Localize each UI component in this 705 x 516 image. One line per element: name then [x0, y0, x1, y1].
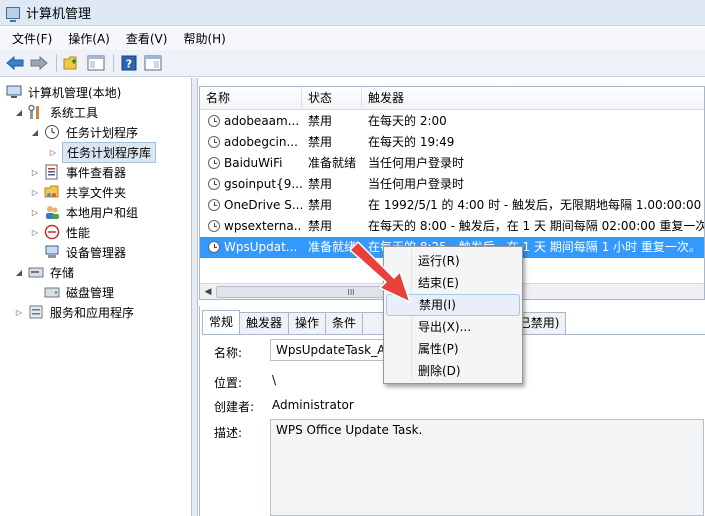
console-tree-icon	[87, 55, 105, 71]
menu-item-export[interactable]: 导出(X)...	[386, 316, 520, 338]
table-row[interactable]: OneDrive S... 禁用 在 1992/5/1 的 4:00 时 - 触…	[200, 195, 704, 216]
storage-icon	[28, 264, 44, 280]
menu-file[interactable]: 文件(F)	[6, 30, 58, 47]
tools-icon	[28, 104, 44, 120]
tree-item-local-users-groups[interactable]: ▷ 本地用户和组	[30, 202, 140, 222]
author-value: Administrator	[272, 398, 354, 412]
help-icon: ?	[121, 55, 137, 71]
menu-item-disable[interactable]: 禁用(I)	[386, 294, 520, 316]
column-header-status[interactable]: 状态	[302, 87, 362, 110]
tab-actions[interactable]: 操作	[288, 312, 327, 334]
show-hide-action-pane-button[interactable]	[142, 52, 164, 74]
menu-help[interactable]: 帮助(H)	[177, 30, 231, 47]
name-label: 名称:	[214, 346, 243, 360]
performance-icon	[44, 224, 60, 240]
expand-icon[interactable]: ▷	[30, 187, 40, 197]
up-folder-icon	[63, 56, 77, 70]
tree-item-services-applications[interactable]: ▷ 服务和应用程序	[14, 302, 136, 322]
menu-item-run[interactable]: 运行(R)	[386, 250, 520, 272]
svg-text:?: ?	[126, 58, 132, 71]
window-title: 计算机管理	[26, 7, 92, 22]
disk-icon	[44, 284, 60, 300]
author-label: 创建者:	[214, 400, 255, 414]
forward-button[interactable]	[28, 52, 50, 74]
clock-icon	[44, 124, 60, 140]
menu-item-properties[interactable]: 属性(P)	[386, 338, 520, 360]
toolbar: ?	[0, 50, 705, 77]
task-clock-icon	[208, 136, 220, 148]
table-row[interactable]: adobeaam... 禁用 在每天的 2:00	[200, 111, 704, 132]
action-pane-icon	[144, 55, 162, 71]
toolbar-separator	[113, 54, 114, 72]
menu-item-delete[interactable]: 删除(D)	[386, 360, 520, 382]
users-icon	[44, 204, 60, 220]
task-clock-icon	[208, 241, 220, 253]
expand-icon[interactable]: ▷	[30, 227, 40, 237]
task-clock-icon	[208, 220, 220, 232]
task-clock-icon	[208, 157, 220, 169]
up-folder-button[interactable]	[61, 52, 83, 74]
location-value: \	[272, 373, 277, 387]
console-tree: 计算机管理(本地) ◢ 系统工具 ◢ 任务计划程序 ▷ 任务计划程序库 ▷ 事件…	[0, 78, 192, 516]
task-clock-icon	[208, 115, 220, 127]
menu-action[interactable]: 操作(A)	[62, 30, 116, 47]
shared-folder-icon	[44, 184, 60, 200]
collapse-icon[interactable]: ◢	[14, 107, 24, 117]
services-icon	[28, 304, 44, 320]
column-header-name[interactable]: 名称	[200, 87, 302, 110]
tree-item-performance[interactable]: ▷ 性能	[30, 222, 92, 242]
tab-general[interactable]: 常规	[202, 310, 241, 334]
context-menu: 运行(R) 结束(E) 禁用(I) 导出(X)... 属性(P) 删除(D)	[383, 246, 523, 384]
expand-icon[interactable]: ▷	[30, 207, 40, 217]
collapse-icon[interactable]: ◢	[14, 267, 24, 277]
table-row[interactable]: adobegcin... 禁用 在每天的 19:49	[200, 132, 704, 153]
tree-item-task-scheduler[interactable]: ◢ 任务计划程序	[30, 122, 140, 142]
back-arrow-icon	[6, 56, 24, 70]
tree-item-device-manager[interactable]: 设备管理器	[44, 242, 128, 262]
pane-splitter[interactable]	[192, 78, 198, 516]
computer-icon	[6, 84, 22, 100]
forward-arrow-icon	[30, 56, 48, 70]
toolbar-separator	[56, 54, 57, 72]
tree-item-disk-management[interactable]: 磁盘管理	[44, 282, 116, 302]
list-header: 名称 状态 触发器	[200, 87, 704, 110]
tree-item-computer-management[interactable]: 计算机管理(本地)	[6, 82, 123, 102]
tree-item-storage[interactable]: ◢ 存储	[14, 262, 76, 282]
description-label: 描述:	[214, 426, 243, 440]
show-hide-tree-button[interactable]	[85, 52, 107, 74]
event-viewer-icon	[44, 164, 60, 180]
tree-item-task-scheduler-library[interactable]: ▷ 任务计划程序库	[48, 141, 157, 163]
collapse-icon[interactable]: ◢	[30, 127, 40, 137]
description-field[interactable]: WPS Office Update Task.	[270, 419, 704, 516]
expand-icon[interactable]: ▷	[48, 147, 58, 157]
table-row[interactable]: gsoinput{9... 禁用 当任何用户登录时	[200, 174, 704, 195]
column-header-trigger[interactable]: 触发器	[362, 87, 704, 110]
tree-item-system-tools[interactable]: ◢ 系统工具	[14, 102, 100, 122]
task-clock-icon	[208, 178, 220, 190]
tab-triggers[interactable]: 触发器	[239, 312, 290, 334]
task-clock-icon	[208, 199, 220, 211]
location-label: 位置:	[214, 376, 243, 390]
expand-icon[interactable]: ▷	[30, 167, 40, 177]
tree-item-event-viewer[interactable]: ▷ 事件查看器	[30, 162, 128, 182]
menu-item-end[interactable]: 结束(E)	[386, 272, 520, 294]
computer-management-icon	[6, 6, 20, 22]
help-button[interactable]: ?	[118, 52, 140, 74]
back-button[interactable]	[4, 52, 26, 74]
table-row[interactable]: BaiduWiFi 准备就绪 当任何用户登录时	[200, 153, 704, 174]
tree-item-shared-folders[interactable]: ▷ 共享文件夹	[30, 182, 128, 202]
title-bar: 计算机管理	[0, 0, 705, 26]
tab-conditions[interactable]: 条件	[325, 312, 364, 334]
menu-view[interactable]: 查看(V)	[120, 30, 174, 47]
table-row[interactable]: wpsexterna... 禁用 在每天的 8:00 - 触发后，在 1 天 期…	[200, 216, 704, 237]
scroll-left-icon[interactable]: ◀	[200, 284, 216, 299]
menu-bar: 文件(F) 操作(A) 查看(V) 帮助(H)	[0, 27, 705, 50]
expand-icon[interactable]: ▷	[14, 307, 24, 317]
device-manager-icon	[44, 244, 60, 260]
